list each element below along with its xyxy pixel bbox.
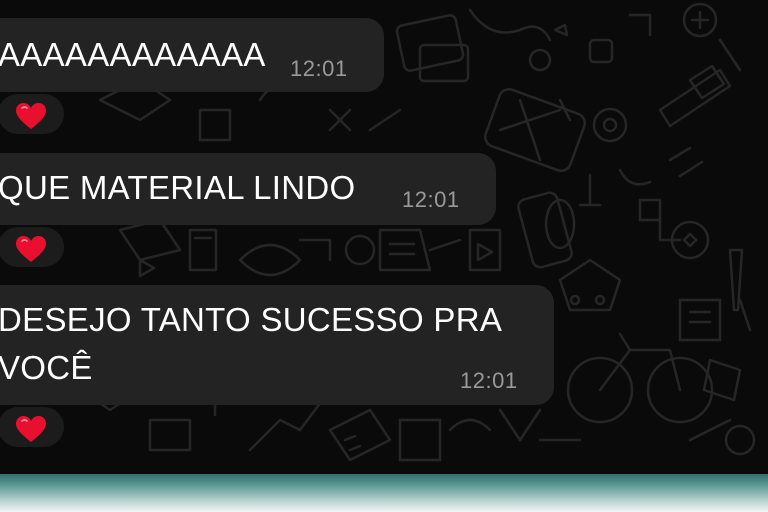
heart-icon: [16, 103, 46, 129]
chat-screen: AAAAAAAAAAAA 12:01 QUE MATERIAL LINDO 12…: [0, 0, 768, 512]
message-text: AAAAAAAAAAAA: [0, 36, 266, 73]
reaction-badge[interactable]: [0, 225, 66, 269]
message-bubble[interactable]: QUE MATERIAL LINDO 12:01: [0, 153, 496, 225]
message-timestamp: 12:01: [290, 56, 348, 81]
message-bubble[interactable]: DESEJO TANTO SUCESSO PRA VOCÊ 12:01: [0, 285, 554, 405]
heart-icon: [16, 416, 46, 442]
message-text-line: DESEJO TANTO SUCESSO PRA: [0, 301, 503, 338]
reaction-badge[interactable]: [0, 92, 66, 136]
message-text: QUE MATERIAL LINDO: [0, 169, 356, 206]
chat-background: AAAAAAAAAAAA 12:01 QUE MATERIAL LINDO 12…: [0, 0, 768, 474]
message-text-line: VOCÊ: [0, 349, 93, 386]
message-bubble[interactable]: AAAAAAAAAAAA 12:01: [0, 18, 384, 92]
message-timestamp: 12:01: [402, 187, 460, 212]
message-timestamp: 12:01: [460, 368, 518, 393]
bottom-bar: [0, 474, 768, 512]
heart-icon: [16, 236, 46, 262]
reaction-badge[interactable]: [0, 405, 66, 449]
